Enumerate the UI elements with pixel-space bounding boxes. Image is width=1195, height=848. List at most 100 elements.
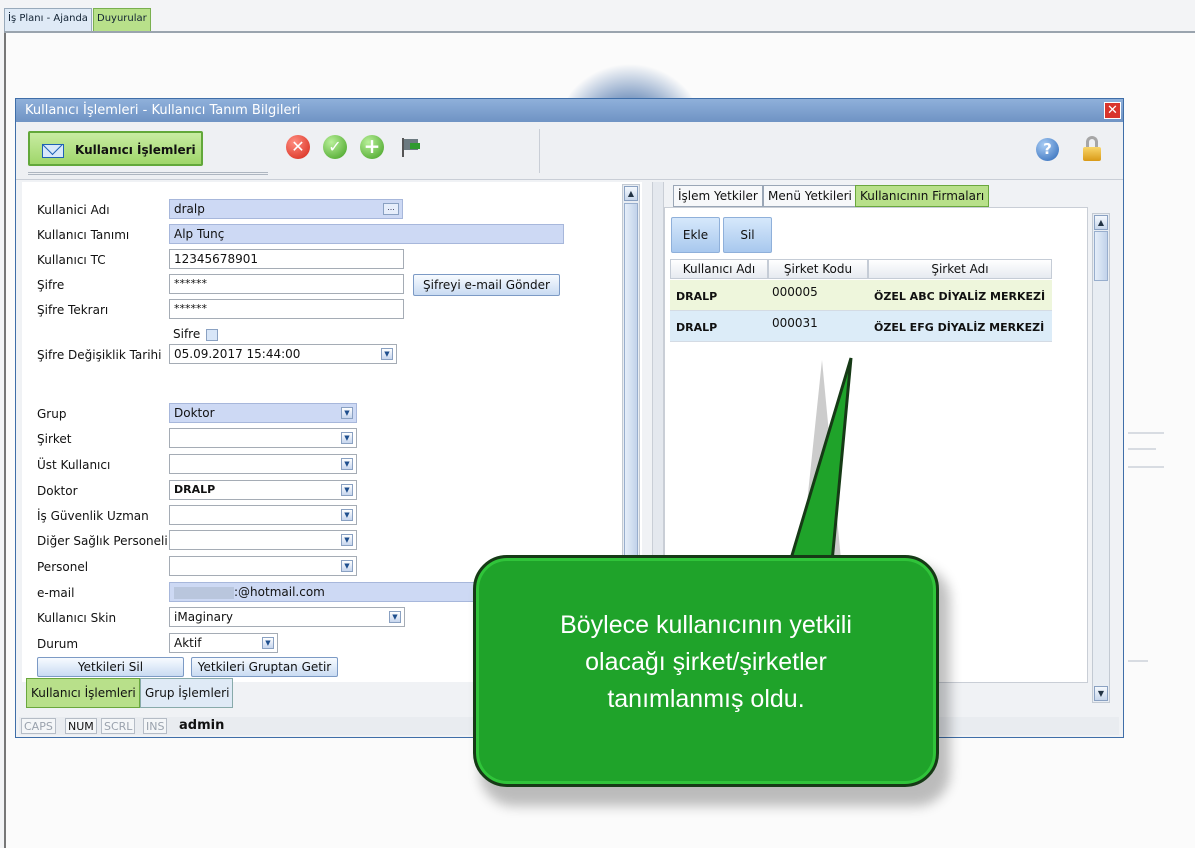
chevron-down-icon[interactable]: ▼ xyxy=(262,637,274,649)
module-button-kullanici-islemleri[interactable]: Kullanıcı İşlemleri xyxy=(28,131,203,166)
lookup-icon[interactable]: ... xyxy=(383,203,399,215)
cell-company-name: ÖZEL ABC DİYALİZ MERKEZİ xyxy=(868,280,1052,311)
group-select[interactable]: Doktor ▼ xyxy=(169,403,357,423)
password-change-date-field[interactable]: 05.09.2017 15:44:00 ▼ xyxy=(169,344,397,364)
module-button-label: Kullanıcı İşlemleri xyxy=(75,143,196,157)
background-line xyxy=(1128,432,1164,434)
send-password-email-button[interactable]: Şifreyi e-mail Gönder xyxy=(413,274,560,296)
label-email: e-mail xyxy=(37,586,75,600)
label-tc: Kullanıcı TC xyxy=(37,253,106,267)
label-personnel: Personel xyxy=(37,560,89,574)
label-description: Kullanıcı Tanımı xyxy=(37,228,130,242)
tab-kullanicinin-firmalari[interactable]: Kullanıcının Firmaları xyxy=(855,185,990,207)
label-password-change-date: Şifre Değişiklik Tarihi xyxy=(37,348,162,362)
email-field[interactable]: :@hotmail.com xyxy=(169,582,499,602)
cell-username: DRALP xyxy=(670,280,768,311)
scroll-up-icon[interactable]: ▲ xyxy=(624,186,638,201)
chevron-down-icon[interactable]: ▼ xyxy=(341,509,353,521)
label-other-health: Diğer Sağlık Personeli xyxy=(37,534,168,548)
confirm-icon[interactable]: ✓ xyxy=(323,135,347,159)
doctor-select[interactable]: DRALP ▼ xyxy=(169,480,357,500)
status-caps: CAPS xyxy=(21,718,56,734)
chevron-down-icon[interactable]: ▼ xyxy=(381,348,393,360)
label-parent-user: Üst Kullanıcı xyxy=(37,458,111,472)
add-button[interactable]: Ekle xyxy=(671,217,720,253)
label-username: Kullanici Adı xyxy=(37,203,110,217)
column-header-username[interactable]: Kullanıcı Adı xyxy=(670,259,768,279)
delete-button[interactable]: Sil xyxy=(723,217,772,253)
chevron-down-icon[interactable]: ▼ xyxy=(389,611,401,623)
close-button[interactable]: ✕ xyxy=(1104,102,1121,119)
help-icon[interactable]: ? xyxy=(1036,138,1059,161)
scroll-down-icon[interactable]: ▼ xyxy=(1094,686,1108,701)
chevron-down-icon[interactable]: ▼ xyxy=(341,407,353,419)
password-value: ****** xyxy=(174,277,207,290)
show-password-checkbox[interactable] xyxy=(206,329,218,341)
description-value: Alp Tunç xyxy=(174,227,225,241)
scroll-thumb[interactable] xyxy=(1094,231,1108,281)
description-field[interactable]: Alp Tunç xyxy=(169,224,564,244)
column-header-company-name[interactable]: Şirket Adı xyxy=(868,259,1052,279)
toolbar-separator xyxy=(539,129,540,173)
other-health-select[interactable]: ▼ xyxy=(169,530,357,550)
group-value: Doktor xyxy=(174,406,215,420)
dialog-title: Kullanıcı İşlemleri - Kullanıcı Tanım Bi… xyxy=(16,99,1123,122)
chevron-down-icon[interactable]: ▼ xyxy=(341,560,353,572)
doctor-value: DRALP xyxy=(174,483,216,496)
company-select[interactable]: ▼ xyxy=(169,428,357,448)
password-field[interactable]: ****** xyxy=(169,274,404,294)
parent-user-select[interactable]: ▼ xyxy=(169,454,357,474)
add-icon[interactable]: + xyxy=(360,135,384,159)
background-line xyxy=(1128,466,1164,468)
tab-islem-yetkiler[interactable]: İşlem Yetkiler xyxy=(673,185,763,207)
tc-value: 12345678901 xyxy=(174,252,258,266)
cell-company-code: 000031 xyxy=(768,311,868,342)
safety-expert-select[interactable]: ▼ xyxy=(169,505,357,525)
grid-scrollbar[interactable]: ▲ ▼ xyxy=(1092,213,1110,703)
envelope-icon xyxy=(42,144,64,158)
flag-icon[interactable] xyxy=(398,135,422,159)
label-password-checkbox: Sifre xyxy=(173,327,201,341)
tab-is-plani[interactable]: İş Planı - Ajanda xyxy=(4,8,92,32)
chevron-down-icon[interactable]: ▼ xyxy=(341,458,353,470)
chevron-down-icon[interactable]: ▼ xyxy=(341,484,353,496)
email-redaction xyxy=(174,586,234,599)
toolbar: Kullanıcı İşlemleri ✕ ✓ + ? xyxy=(16,122,1123,180)
tab-grup-islemleri[interactable]: Grup İşlemleri xyxy=(140,678,234,708)
status-select[interactable]: Aktif ▼ xyxy=(169,633,278,653)
tab-duyurular[interactable]: Duyurular xyxy=(93,8,151,32)
column-header-company-code[interactable]: Şirket Kodu xyxy=(768,259,868,279)
username-field[interactable]: dralp... xyxy=(169,199,403,219)
label-password-repeat: Şifre Tekrarı xyxy=(37,303,109,317)
chevron-down-icon[interactable]: ▼ xyxy=(341,534,353,546)
tc-field[interactable]: 12345678901 xyxy=(169,249,404,269)
status-user: admin xyxy=(179,718,225,733)
personnel-select[interactable]: ▼ xyxy=(169,556,357,576)
label-group: Grup xyxy=(37,407,67,421)
background-line xyxy=(1128,660,1148,662)
get-rights-from-group-button[interactable]: Yetkileri Gruptan Getir xyxy=(191,657,338,677)
tab-menu-yetkileri[interactable]: Menü Yetkileri xyxy=(763,185,857,207)
skin-select[interactable]: iMaginary ▼ xyxy=(169,607,405,627)
module-underline xyxy=(28,171,268,175)
cell-username: DRALP xyxy=(670,311,768,342)
skin-value: iMaginary xyxy=(174,610,233,624)
cell-company-name: ÖZEL EFG DİYALİZ MERKEZİ xyxy=(868,311,1052,342)
status-num: NUM xyxy=(65,718,97,734)
label-password: Şifre xyxy=(37,278,65,292)
callout-line: Böylece kullanıcının yetkili xyxy=(560,611,852,639)
delete-rights-button[interactable]: Yetkileri Sil xyxy=(37,657,184,677)
tab-kullanici-islemleri[interactable]: Kullanıcı İşlemleri xyxy=(26,678,140,708)
password-repeat-value: ****** xyxy=(174,302,207,315)
password-change-date-value: 05.09.2017 15:44:00 xyxy=(174,347,301,361)
lock-icon[interactable] xyxy=(1083,136,1101,162)
cell-company-code: 000005 xyxy=(768,280,868,311)
chevron-down-icon[interactable]: ▼ xyxy=(341,432,353,444)
callout-line: olacağı şirket/şirketler xyxy=(585,648,827,676)
callout-text: Böylece kullanıcının yetkili olacağı şir… xyxy=(473,607,939,718)
label-doctor: Doktor xyxy=(37,484,78,498)
status-ins: INS xyxy=(143,718,168,734)
scroll-up-icon[interactable]: ▲ xyxy=(1094,215,1108,230)
password-repeat-field[interactable]: ****** xyxy=(169,299,404,319)
cancel-icon[interactable]: ✕ xyxy=(286,135,310,159)
